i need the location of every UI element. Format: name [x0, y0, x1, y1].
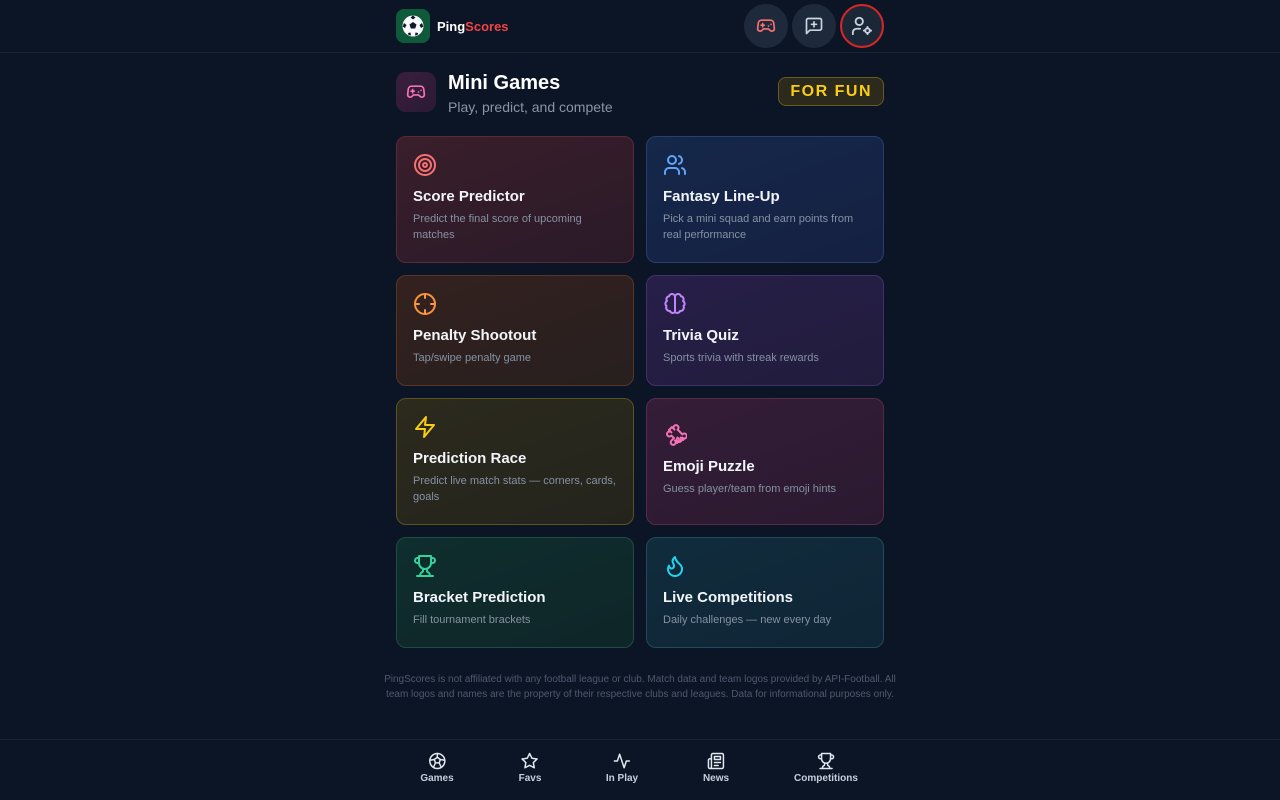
game-card-title: Prediction Race: [413, 450, 527, 467]
game-card-emoji-puzzle[interactable]: Emoji Puzzle Guess player/team from emoj…: [646, 398, 884, 525]
game-card-description: Fill tournament brackets: [413, 614, 531, 626]
globe-ball-icon: [428, 752, 446, 770]
game-card-description: Tap/swipe penalty game: [413, 352, 532, 364]
game-card-score-predictor[interactable]: Score Predictor Predict the final score …: [396, 136, 634, 263]
game-card-description: Guess player/team from emoji hints: [663, 483, 837, 495]
soccer-ball-logo-icon: [396, 9, 430, 43]
message-plus-icon: [805, 17, 823, 35]
account-settings-button[interactable]: [840, 4, 884, 48]
games-button[interactable]: [744, 4, 788, 48]
game-card-prediction-race[interactable]: Prediction Race Predict live match stats…: [396, 398, 634, 525]
crosshair-icon: [414, 293, 436, 315]
brain-icon: [664, 292, 686, 314]
puzzle-icon: [666, 424, 687, 446]
game-card-title: Penalty Shootout: [413, 327, 537, 344]
gamepad-icon: [396, 72, 436, 112]
nav-label: Games: [420, 773, 454, 784]
brand[interactable]: PingScores: [396, 9, 509, 43]
nav-item-games[interactable]: Games: [420, 752, 454, 784]
game-card-title: Trivia Quiz: [663, 327, 739, 344]
nav-item-favs[interactable]: Favs: [518, 752, 542, 784]
game-card-description: Predict the final score of upcoming matc…: [413, 213, 582, 241]
star-icon: [521, 752, 539, 769]
brand-name: PingScores: [437, 19, 509, 34]
game-card-description: Daily challenges — new every day: [663, 614, 832, 626]
top-bar: PingScores: [0, 0, 1280, 53]
flame-icon: [667, 556, 683, 577]
game-card-title: Score Predictor: [413, 188, 525, 205]
game-card-description: Predict live match stats — corners, card…: [413, 475, 616, 503]
game-card-title: Bracket Prediction: [413, 589, 546, 606]
game-card-description: Sports trivia with streak rewards: [663, 352, 819, 364]
page-subtitle: Play, predict, and compete: [448, 99, 613, 115]
target-icon: [414, 154, 436, 176]
new-message-button[interactable]: [792, 4, 836, 48]
zap-icon: [415, 416, 435, 438]
game-card-title: Fantasy Line-Up: [663, 188, 780, 205]
trophy-icon: [414, 555, 436, 577]
brand-name-part1: Ping: [437, 18, 466, 34]
game-card-fantasy-line-up[interactable]: Fantasy Line-Up Pick a mini squad and ea…: [646, 136, 884, 263]
users-icon: [664, 155, 686, 175]
page-header: Mini Games Play, predict, and compete FO…: [396, 72, 884, 116]
game-card-live-competitions[interactable]: Live Competitions Daily challenges — new…: [646, 537, 884, 648]
page-title: Mini Games: [448, 72, 561, 94]
activity-icon: [613, 753, 631, 769]
game-card-description: Pick a mini squad and earn points from r…: [663, 213, 854, 241]
bottom-nav: Games Favs In Play News Competitions: [0, 739, 1280, 800]
disclaimer: PingScores is not affiliated with any fo…: [384, 674, 896, 700]
gamepad-icon: [756, 19, 776, 32]
for-fun-badge: FOR FUN: [778, 77, 884, 106]
user-settings-icon: [851, 16, 873, 36]
nav-item-competitions[interactable]: Competitions: [794, 752, 858, 784]
nav-label: In Play: [605, 773, 639, 784]
game-card-trivia-quiz[interactable]: Trivia Quiz Sports trivia with streak re…: [646, 275, 884, 386]
game-card-penalty-shootout[interactable]: Penalty Shootout Tap/swipe penalty game: [396, 275, 634, 386]
trophy-icon: [817, 752, 835, 770]
nav-item-in-play[interactable]: In Play: [606, 752, 638, 784]
nav-label: Favs: [518, 773, 542, 784]
game-card-title: Emoji Puzzle: [663, 458, 755, 475]
nav-label: Competitions: [794, 773, 858, 784]
brand-name-part2: Scores: [465, 18, 509, 34]
nav-item-news[interactable]: News: [703, 752, 729, 784]
header-actions: [744, 4, 884, 48]
game-card-bracket-prediction[interactable]: Bracket Prediction Fill tournament brack…: [396, 537, 634, 648]
game-card-title: Live Competitions: [663, 589, 794, 606]
newspaper-icon: [707, 752, 725, 770]
nav-label: News: [702, 773, 730, 784]
